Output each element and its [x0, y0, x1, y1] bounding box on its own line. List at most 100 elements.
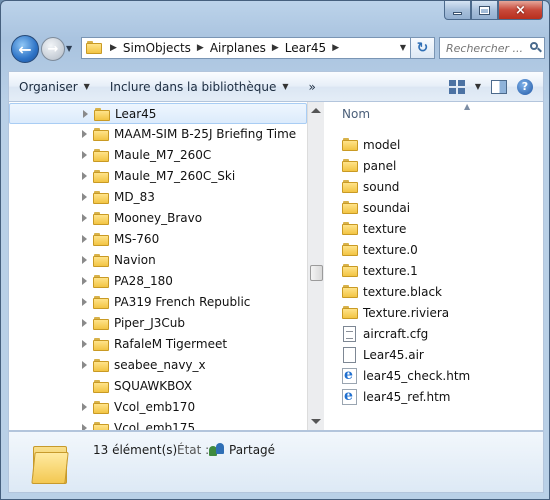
tree-item-label: Vcol_emb175 — [114, 421, 196, 430]
folder-icon — [342, 285, 358, 298]
tree-item-label: Maule_M7_260C — [114, 148, 212, 162]
preview-pane-icon[interactable] — [491, 79, 507, 94]
tree-item[interactable]: Maule_M7_260C_Ski — [9, 166, 307, 187]
recent-pages-dropdown[interactable]: ▼ — [66, 44, 72, 53]
folder-icon — [342, 222, 358, 235]
forward-button[interactable]: → — [41, 37, 65, 61]
expand-arrow-icon[interactable] — [82, 130, 87, 138]
tree-item-label: Vcol_emb170 — [114, 400, 196, 414]
breadcrumb-simobjects[interactable]: SimObjects — [123, 41, 191, 55]
expand-arrow-icon[interactable] — [82, 340, 87, 348]
tree-item[interactable]: Navion — [9, 250, 307, 271]
help-icon[interactable]: ? — [517, 78, 533, 95]
forward-arrow-icon: → — [47, 41, 59, 57]
file-item-label: texture.black — [363, 285, 443, 299]
search-box[interactable] — [439, 37, 545, 59]
breadcrumb-separator[interactable]: ▶ — [272, 43, 279, 53]
breadcrumb-airplanes[interactable]: Airplanes — [210, 41, 266, 55]
folder-icon — [93, 380, 109, 393]
refresh-button[interactable]: ↻ — [411, 37, 435, 59]
back-button[interactable]: ← — [11, 35, 39, 63]
breadcrumb-separator[interactable]: ▶ — [332, 43, 339, 53]
tree-item-label: MS-760 — [114, 232, 160, 246]
folder-icon — [93, 233, 109, 246]
change-view-icon[interactable] — [448, 79, 465, 94]
file-item-label: sound — [363, 180, 400, 194]
expand-arrow-icon[interactable] — [82, 277, 87, 285]
chevron-down-icon: ▼ — [282, 82, 289, 91]
search-input[interactable] — [446, 41, 528, 55]
refresh-icon: ↻ — [416, 40, 429, 56]
more-commands-button[interactable]: » — [299, 72, 326, 101]
tree-item-label: seabee_navy_x — [114, 358, 206, 372]
expand-arrow-icon[interactable] — [82, 151, 87, 159]
details-pane: 13 élément(s) État : Partagé — [8, 431, 544, 493]
expand-arrow-icon[interactable] — [82, 214, 87, 222]
breadcrumb-separator[interactable]: ▶ — [110, 43, 117, 53]
expand-arrow-icon[interactable] — [82, 298, 87, 306]
organize-menu-button[interactable]: Organiser ▼ — [9, 72, 100, 101]
tree-item-label: Navion — [114, 253, 156, 267]
breadcrumb-separator[interactable]: ▶ — [197, 43, 204, 53]
expand-arrow-icon[interactable] — [83, 110, 88, 118]
address-dropdown-icon[interactable]: ▼ — [400, 43, 406, 52]
maximize-button[interactable] — [471, 1, 498, 20]
scroll-down-icon[interactable] — [311, 419, 321, 424]
tree-item[interactable]: MS-760 — [9, 229, 307, 250]
shared-users-icon — [209, 442, 225, 456]
vertical-scrollbar[interactable] — [307, 102, 324, 430]
tree-item[interactable]: seabee_navy_x — [9, 355, 307, 376]
expand-arrow-icon[interactable] — [82, 403, 87, 411]
tree-item-label: MD_83 — [114, 190, 155, 204]
folder-icon — [342, 159, 358, 172]
tree-item[interactable]: PA28_180 — [9, 271, 307, 292]
navigation-row: ← → ▼ ▶ SimObjects ▶ Airplanes ▶ Lear45 … — [1, 31, 549, 65]
organize-label: Organiser — [19, 79, 78, 94]
tree-item-lear45[interactable]: Lear45 — [9, 103, 307, 124]
folder-icon — [93, 254, 109, 267]
address-bar[interactable]: ▶ SimObjects ▶ Airplanes ▶ Lear45 ▶ ▼ — [81, 37, 411, 59]
folder-icon — [342, 138, 358, 151]
expand-arrow-icon[interactable] — [82, 172, 87, 180]
html-file-icon — [342, 367, 357, 384]
tree-item[interactable]: Vcol_emb175 — [9, 418, 307, 430]
tree-item[interactable]: SQUAWKBOX — [9, 376, 307, 397]
minimize-icon — [453, 11, 462, 15]
tree-item[interactable]: MD_83 — [9, 187, 307, 208]
search-icon[interactable] — [530, 42, 542, 54]
folder-icon — [93, 317, 109, 330]
scroll-up-icon[interactable] — [311, 108, 321, 113]
expand-arrow-icon[interactable] — [82, 424, 87, 430]
html-file-icon — [342, 388, 357, 405]
folder-icon — [342, 243, 358, 256]
folder-icon — [93, 296, 109, 309]
folder-icon — [93, 149, 109, 162]
tree-item[interactable]: PA319 French Republic — [9, 292, 307, 313]
expand-arrow-icon[interactable] — [82, 235, 87, 243]
folder-icon — [93, 338, 109, 351]
tree-item[interactable]: RafaleM Tigermeet — [9, 334, 307, 355]
tree-item[interactable]: Vcol_emb170 — [9, 397, 307, 418]
minimize-button[interactable] — [444, 1, 471, 20]
close-button[interactable]: × — [498, 1, 543, 20]
tree-item[interactable]: MAAM-SIM B-25J Briefing Time — [9, 124, 307, 145]
navigation-pane[interactable]: Lear45 MAAM-SIM B-25J Briefing Time Maul… — [9, 102, 324, 430]
tree-item-label: Piper_J3Cub — [114, 316, 186, 330]
view-options-dropdown[interactable]: ▼ — [475, 82, 481, 91]
tree-item[interactable]: Piper_J3Cub — [9, 313, 307, 334]
expand-arrow-icon[interactable] — [82, 319, 87, 327]
expand-arrow-icon[interactable] — [82, 193, 87, 201]
expand-arrow-icon[interactable] — [82, 361, 87, 369]
tree-item[interactable]: Maule_M7_260C — [9, 145, 307, 166]
tree-item-label: RafaleM Tigermeet — [114, 337, 228, 351]
expand-arrow-icon[interactable] — [82, 256, 87, 264]
scrollbar-thumb[interactable] — [310, 265, 323, 281]
breadcrumb-lear45[interactable]: Lear45 — [285, 41, 326, 55]
column-header-name[interactable]: Nom — [342, 107, 370, 121]
file-item-label: aircraft.cfg — [363, 327, 429, 341]
tree-item[interactable]: Mooney_Bravo — [9, 208, 307, 229]
folder-icon — [342, 264, 358, 277]
folder-icon — [31, 440, 69, 484]
folder-icon — [93, 212, 109, 225]
include-in-library-button[interactable]: Inclure dans la bibliothèque ▼ — [100, 72, 299, 101]
